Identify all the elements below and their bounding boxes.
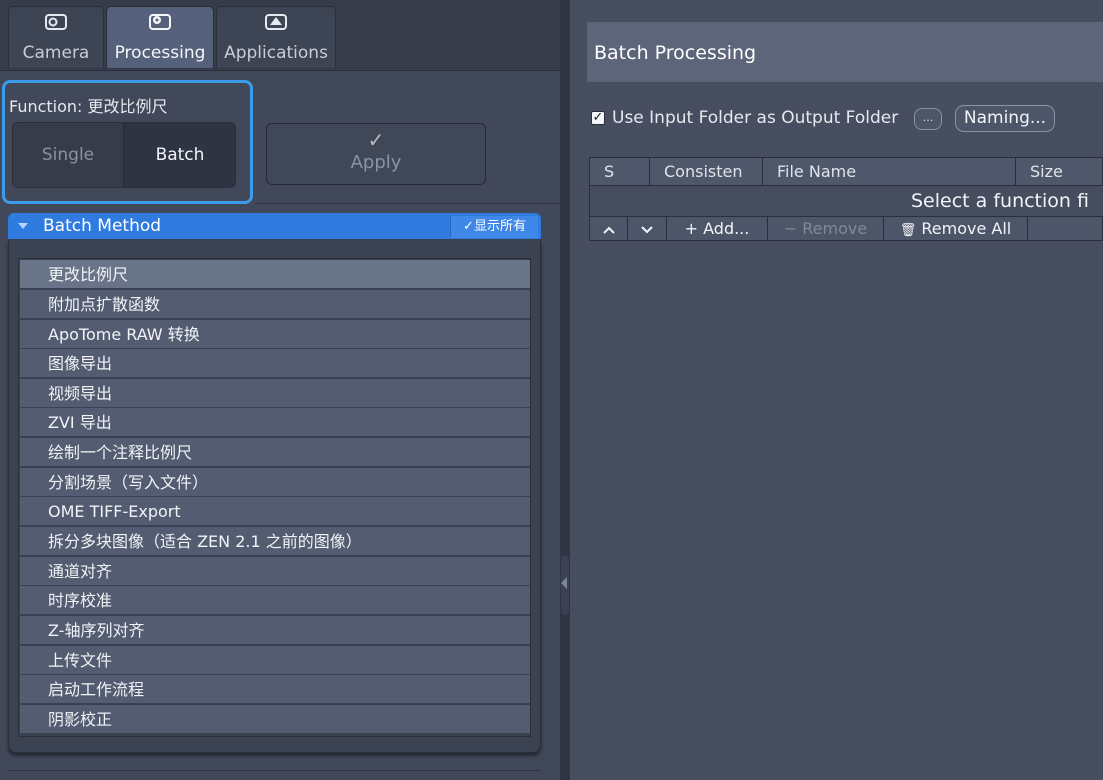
camera-icon (9, 11, 103, 38)
tab-applications-label: Applications (224, 43, 328, 63)
show-all-checkbox[interactable]: ✓显示所有 (450, 216, 538, 238)
batch-mode-button[interactable]: Batch (123, 123, 235, 187)
browse-folder-button[interactable]: ... (914, 108, 942, 130)
single-mode-button[interactable]: Single (13, 123, 123, 187)
naming-button[interactable]: Naming... (955, 105, 1055, 132)
divider (255, 203, 560, 204)
list-item[interactable]: 绘制一个注释比例尺 (20, 438, 530, 467)
gear-icon (107, 11, 213, 38)
list-item[interactable]: 分割场景（写入文件） (20, 468, 530, 497)
remove-all-label: Remove All (921, 219, 1012, 238)
function-value: 更改比例尺 (87, 97, 168, 116)
function-label: Function: 更改比例尺 (9, 93, 168, 117)
batch-processing-title: Batch Processing (594, 42, 757, 64)
list-item[interactable]: ApoTome RAW 转换 (20, 320, 530, 349)
list-item[interactable]: 视频导出 (20, 379, 530, 408)
tab-processing[interactable]: Processing (106, 6, 214, 68)
chevron-left-icon (561, 577, 567, 589)
list-item[interactable]: 附加点扩散函数 (20, 290, 530, 319)
tool-tab-bar: Camera Processing Applications (0, 0, 560, 71)
file-table-header: S Consisten File Name Size (589, 157, 1103, 186)
file-table-toolbar: + Add... − Remove 🗑 Remove All (589, 216, 1103, 241)
chevron-up-icon (602, 226, 615, 234)
tab-applications[interactable]: Applications (216, 6, 336, 68)
mode-segmented-control: Single Batch (12, 122, 236, 188)
list-item[interactable]: 通道对齐 (20, 557, 530, 586)
list-item[interactable]: Z-轴序列对齐 (20, 616, 530, 645)
apply-button[interactable]: ✓ Apply (266, 123, 486, 185)
checkmark-icon: ✓ (367, 128, 385, 152)
panel-splitter[interactable] (560, 0, 570, 780)
column-header-file-name[interactable]: File Name (763, 158, 1016, 185)
move-down-button[interactable] (628, 217, 667, 240)
move-up-button[interactable] (590, 217, 628, 240)
apply-label: Apply (350, 152, 402, 173)
empty-table-message: Select a function fi (589, 186, 1103, 216)
batch-method-list[interactable]: 更改比例尺 附加点扩散函数 ApoTome RAW 转换 图像导出 视频导出 Z… (18, 258, 531, 737)
list-item[interactable]: 阴影校正 (20, 705, 530, 734)
trash-icon: 🗑 (899, 223, 917, 238)
tab-processing-label: Processing (114, 43, 206, 63)
list-item[interactable]: ZVI 导出 (20, 408, 530, 437)
remove-all-button[interactable]: 🗑 Remove All (884, 217, 1028, 240)
use-input-folder-checkbox[interactable]: ✓ (591, 111, 605, 125)
list-item[interactable]: 更改比例尺 (20, 260, 530, 289)
collapse-handle[interactable] (561, 555, 569, 615)
add-button[interactable]: + Add... (667, 217, 768, 240)
column-header-size[interactable]: Size (1016, 158, 1103, 185)
tab-camera-label: Camera (22, 43, 90, 63)
remove-button[interactable]: − Remove (768, 217, 884, 240)
function-label-text: Function: (9, 97, 83, 116)
list-item[interactable]: 时序校准 (20, 586, 530, 615)
empty-message-text: Select a function fi (911, 190, 1089, 212)
applications-icon (217, 11, 335, 38)
use-input-folder-label[interactable]: Use Input Folder as Output Folder (612, 108, 898, 128)
collapse-arrow-icon[interactable] (18, 223, 28, 229)
list-item[interactable]: 启动工作流程 (20, 675, 530, 704)
divider (8, 770, 541, 771)
list-item[interactable]: 上传文件 (20, 646, 530, 675)
list-item[interactable]: 图像导出 (20, 349, 530, 378)
tab-camera[interactable]: Camera (8, 6, 104, 68)
chevron-down-icon (641, 225, 653, 233)
list-item[interactable]: 拆分多块图像（适合 ZEN 2.1 之前的图像） (20, 527, 530, 556)
batch-method-title: Batch Method (43, 216, 162, 236)
column-header-consistency[interactable]: Consisten (650, 158, 763, 185)
list-item[interactable]: OME TIFF-Export (20, 497, 530, 526)
column-header-s[interactable]: S (590, 158, 650, 185)
